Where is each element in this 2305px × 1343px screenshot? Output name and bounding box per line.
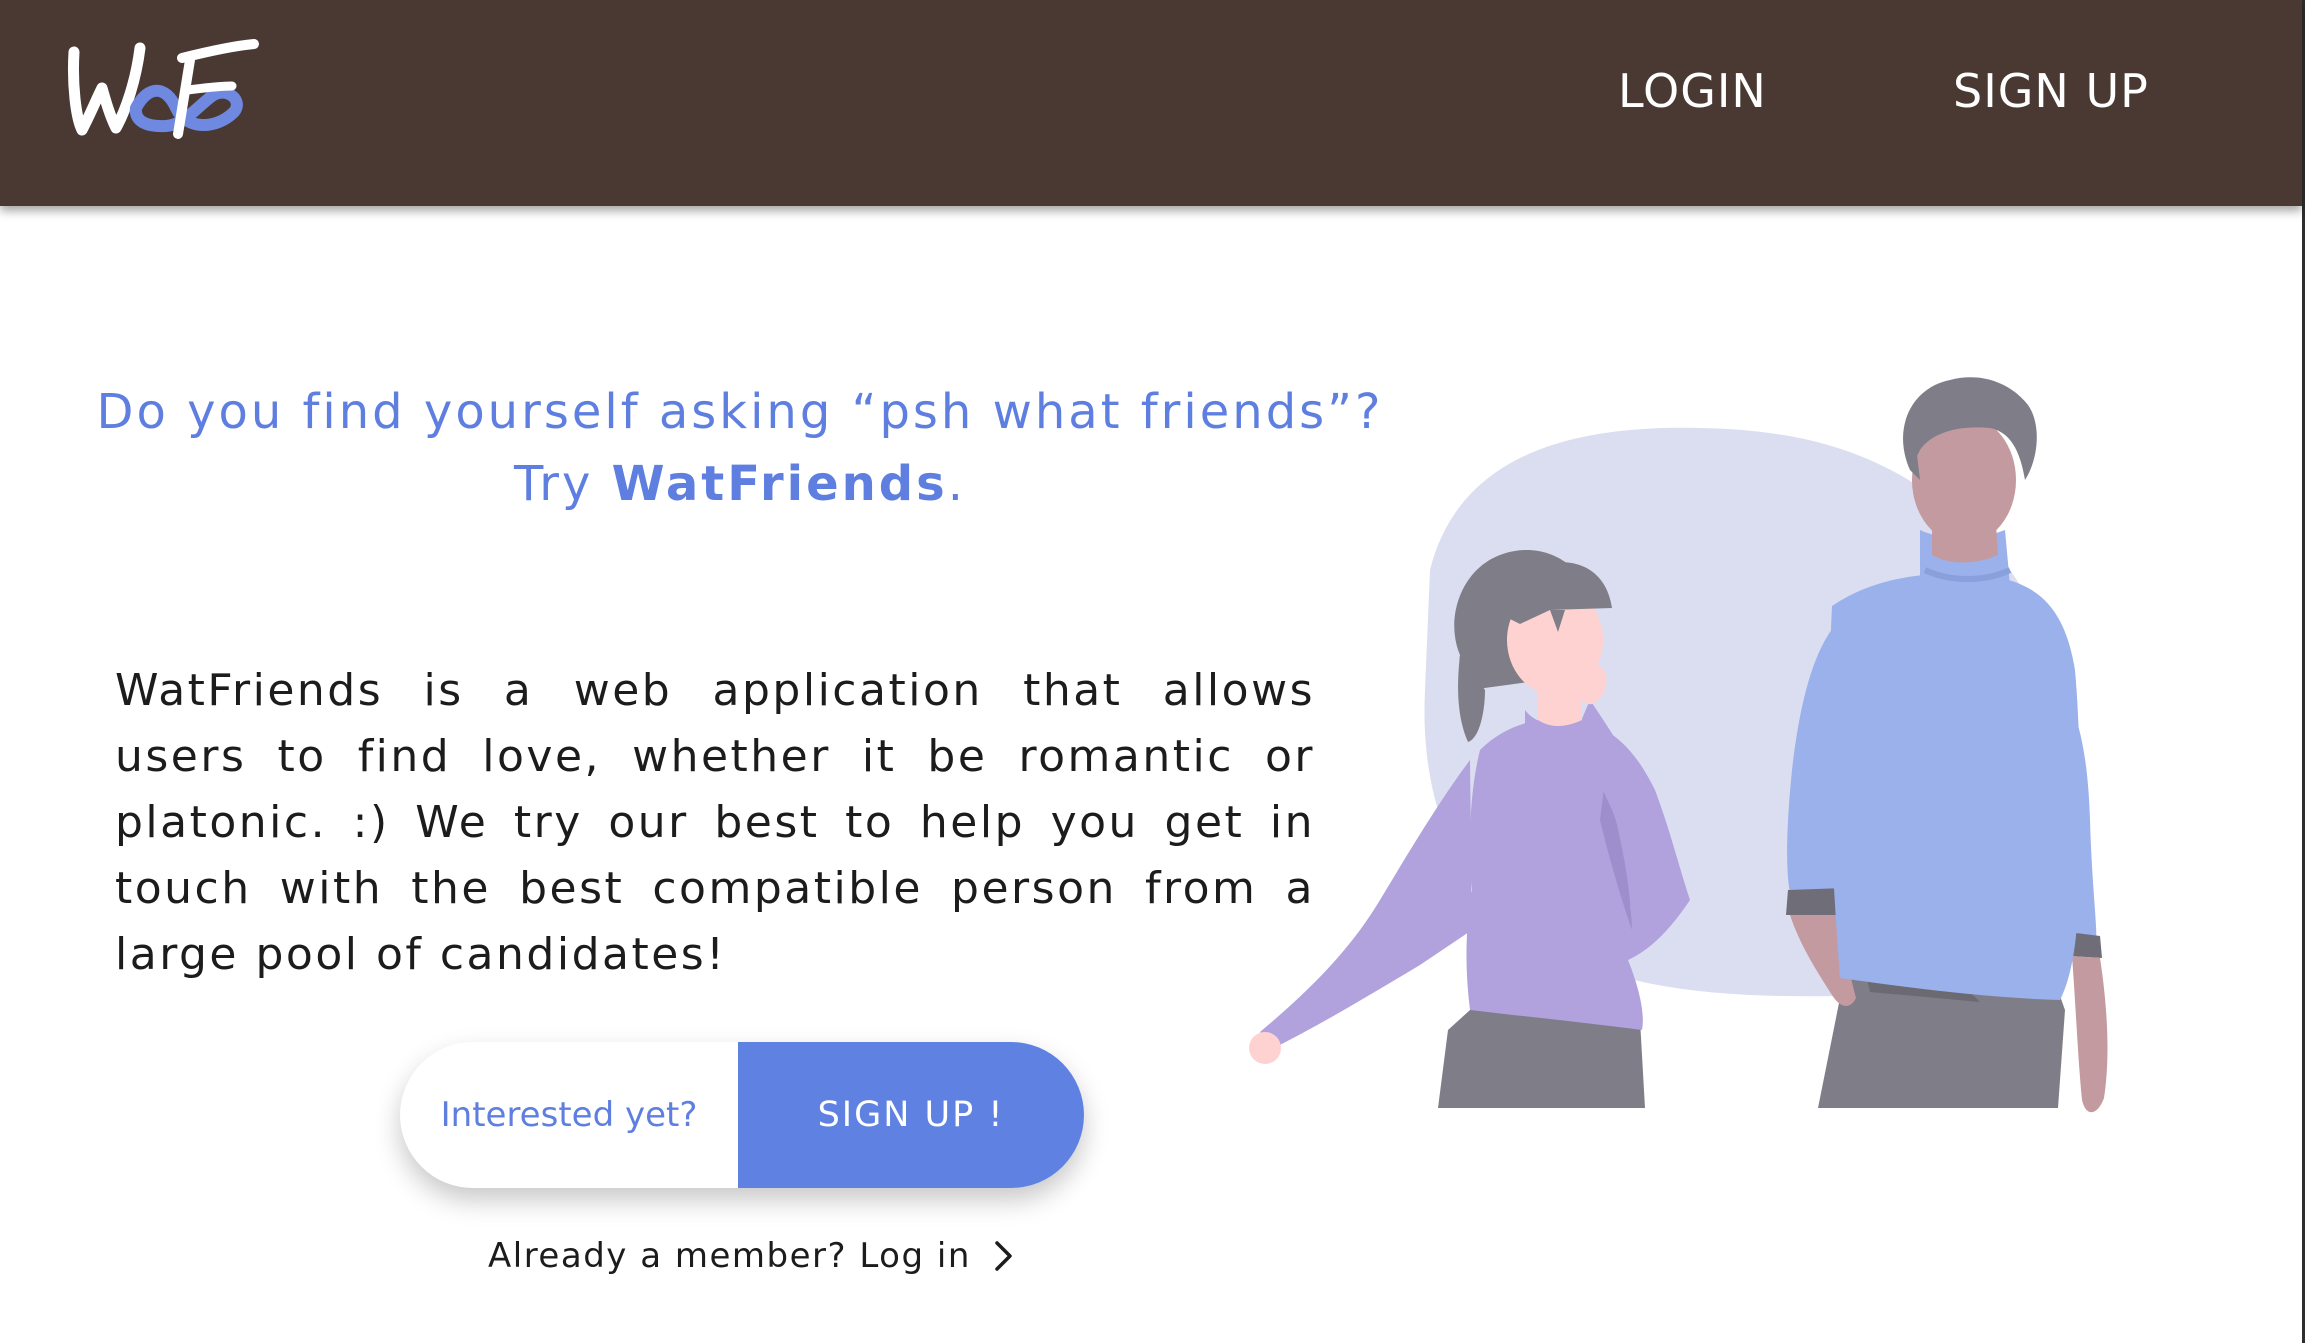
couple-illustration — [1249, 377, 2108, 1113]
nav-login-link[interactable]: LOGIN — [1618, 64, 1767, 118]
page: LOGIN SIGN UP Do you find yourself askin… — [0, 0, 2305, 1343]
hero-heading-line1: Do you find yourself asking “psh what fr… — [96, 384, 1384, 440]
hero-brand-name: WatFriends — [611, 456, 948, 512]
top-navbar: LOGIN SIGN UP — [0, 0, 2302, 206]
already-member-login-link[interactable]: Already a member? Log in — [488, 1236, 1015, 1276]
nav-signup-link[interactable]: SIGN UP — [1953, 64, 2149, 118]
hero-heading: Do you find yourself asking “psh what fr… — [80, 376, 1400, 520]
cta-signup-button[interactable]: SIGN UP ! — [738, 1042, 1084, 1188]
login-link-label: Already a member? Log in — [488, 1236, 971, 1276]
app-description: WatFriends is a web application that all… — [115, 665, 1315, 980]
cta-prompt: Interested yet? — [440, 1095, 698, 1135]
hero-heading-try: Try — [513, 456, 612, 512]
signup-cta: Interested yet? SIGN UP ! — [400, 1042, 1084, 1188]
chevron-right-icon — [995, 1241, 1012, 1271]
watfriends-logo[interactable] — [66, 30, 266, 150]
hero-heading-period: . — [947, 456, 966, 512]
